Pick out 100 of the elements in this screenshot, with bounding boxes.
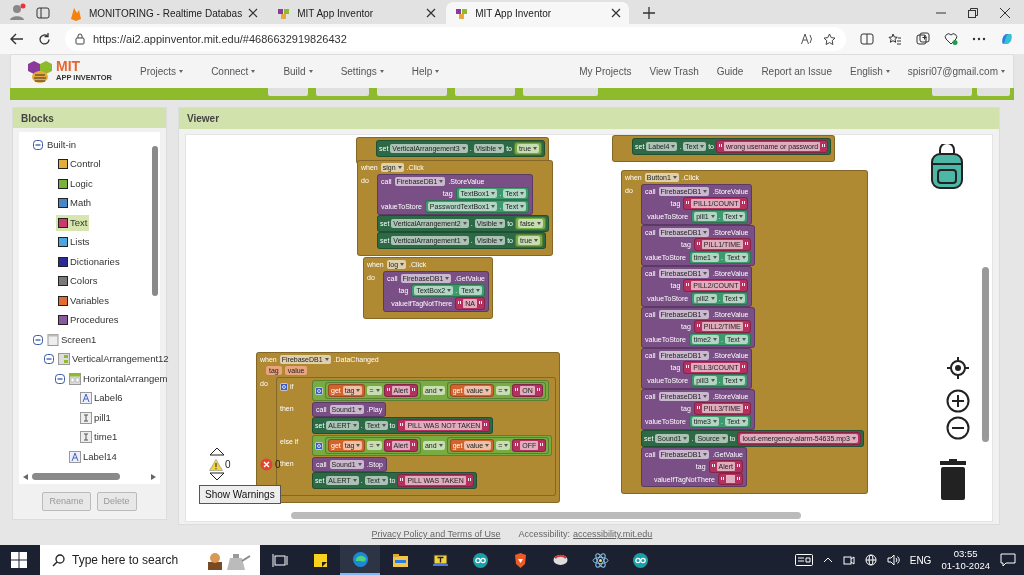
menu-link[interactable]: View Trash xyxy=(641,64,707,79)
menu-link[interactable]: spisri07@gmail.com xyxy=(899,64,1013,79)
camera-icon[interactable] xyxy=(842,554,855,566)
arrow-up-icon[interactable] xyxy=(209,447,225,456)
quote-mark-icon xyxy=(742,365,746,370)
tree-item[interactable]: pill1 xyxy=(78,409,113,426)
star-icon[interactable] xyxy=(823,32,836,46)
vertical-component-icon xyxy=(58,353,70,366)
scrollbar[interactable] xyxy=(32,473,120,480)
tab-actions-icon[interactable] xyxy=(36,6,50,20)
back-arrow-icon[interactable] xyxy=(10,33,24,45)
browser-tab[interactable]: MONITORING - Realtime Databas xyxy=(60,2,267,24)
zoom-in-icon[interactable] xyxy=(946,389,970,413)
close-icon[interactable] xyxy=(611,8,622,18)
quote-mark-icon xyxy=(719,144,722,149)
favorites-icon[interactable] xyxy=(888,32,902,46)
mutator-gear-icon[interactable] xyxy=(280,382,288,391)
notification-icon[interactable] xyxy=(1000,553,1016,567)
menu-link[interactable]: Build xyxy=(275,64,321,79)
new-tab-icon[interactable] xyxy=(643,7,656,19)
tree-item[interactable]: time1 xyxy=(78,429,120,446)
quote-mark-icon xyxy=(411,443,415,448)
collapse-toggle-icon[interactable] xyxy=(33,139,43,150)
quote-mark-icon xyxy=(744,406,748,411)
quote-mark-icon xyxy=(400,478,404,483)
tree-item[interactable]: Built-in xyxy=(45,136,79,153)
mutator-gear-icon[interactable] xyxy=(315,441,323,450)
browser-tab[interactable]: MIT App Inventor xyxy=(446,2,630,24)
globe-icon[interactable] xyxy=(864,554,877,566)
menu-link[interactable]: Report an Issue xyxy=(753,64,840,79)
zoom-out-icon[interactable] xyxy=(946,416,970,440)
center-target-icon[interactable] xyxy=(947,357,969,379)
trash-icon[interactable] xyxy=(938,459,968,501)
arrow-down-icon[interactable] xyxy=(209,472,225,481)
tab-title: MIT App Inventor xyxy=(475,6,552,21)
if-block[interactable] xyxy=(276,377,557,496)
tree-item[interactable]: Variables xyxy=(56,292,111,309)
tree-item[interactable]: Math xyxy=(56,195,94,212)
menu-link[interactable]: English xyxy=(842,64,898,79)
profile-icon[interactable] xyxy=(8,3,26,21)
scrollbar[interactable] xyxy=(291,512,801,519)
tree-item[interactable]: Control xyxy=(56,156,103,173)
quote-mark-icon xyxy=(696,242,700,247)
language-indicator[interactable]: ENG xyxy=(909,552,932,568)
menu-link[interactable]: Projects xyxy=(132,64,192,79)
tree-item[interactable]: Lists xyxy=(56,234,92,251)
tree-item[interactable]: Colors xyxy=(56,273,100,290)
menu-link[interactable]: My Projects xyxy=(571,64,640,79)
scrollbar[interactable] xyxy=(982,267,989,442)
clock-date[interactable]: 01-10-2024 xyxy=(941,560,990,572)
chevron-up-icon[interactable] xyxy=(822,557,833,563)
tree-item[interactable]: Label6 xyxy=(78,390,125,407)
quote-mark-icon xyxy=(822,144,826,149)
taskbar-app[interactable] xyxy=(340,545,380,575)
close-icon[interactable] xyxy=(248,8,259,18)
text-input[interactable] xyxy=(726,475,735,483)
address-bar[interactable]: https://ai2.appinventor.mit.edu/#4686632919826432 xyxy=(65,27,846,51)
collapse-toggle-icon[interactable] xyxy=(33,334,43,345)
windows-start-icon[interactable] xyxy=(11,552,27,568)
tree-item[interactable]: Screen1 xyxy=(45,331,99,348)
search-field[interactable]: Type here to search xyxy=(40,545,260,575)
scroll-right-icon[interactable] xyxy=(151,473,156,480)
error-icon xyxy=(260,458,273,471)
privacy-link[interactable]: Privacy Policy and Terms of Use xyxy=(371,528,501,542)
collections-icon[interactable] xyxy=(916,32,930,46)
refresh-icon[interactable] xyxy=(38,32,51,46)
split-screen-icon[interactable] xyxy=(860,32,874,46)
backpack-icon[interactable] xyxy=(929,144,965,190)
tree-item[interactable]: HorizontalArrangem xyxy=(67,370,170,387)
copilot-icon[interactable] xyxy=(1000,32,1014,46)
quote-mark-icon xyxy=(686,283,690,288)
news-icon[interactable] xyxy=(794,554,813,566)
close-icon[interactable] xyxy=(426,8,437,18)
scroll-left-icon[interactable] xyxy=(23,473,28,480)
scrollbar[interactable] xyxy=(152,146,158,297)
speaker-icon[interactable] xyxy=(886,554,900,566)
tree-item[interactable]: Text xyxy=(56,214,90,231)
clock-time[interactable]: 03:55 xyxy=(953,548,978,560)
tree-item[interactable]: Label14 xyxy=(67,448,119,465)
quote-mark-icon xyxy=(540,443,544,448)
close-icon[interactable] xyxy=(1000,8,1010,18)
menu-link[interactable]: Help xyxy=(403,64,448,79)
collapse-toggle-icon[interactable] xyxy=(44,354,54,365)
tree-item[interactable]: VerticalArrangement12 xyxy=(56,351,171,368)
text-block[interactable] xyxy=(718,473,743,485)
menu-link[interactable]: Guide xyxy=(708,64,752,79)
mutator-gear-icon[interactable] xyxy=(315,386,323,395)
collapse-toggle-icon[interactable] xyxy=(55,373,65,384)
accessibility-link[interactable]: accessibility.mit.edu xyxy=(573,528,653,542)
quote-mark-icon xyxy=(515,443,519,448)
read-aloud-icon[interactable] xyxy=(801,33,815,45)
tree-item[interactable]: Logic xyxy=(56,175,95,192)
event-block[interactable] xyxy=(621,170,868,494)
show-warnings-button[interactable]: Show Warnings xyxy=(199,485,281,504)
tree-item[interactable]: Dictionaries xyxy=(56,253,122,270)
menu-link[interactable]: Settings xyxy=(332,64,392,79)
tree-item[interactable]: Procedures xyxy=(56,312,121,329)
browser-tab[interactable]: MIT App Inventor xyxy=(268,2,445,24)
menu-link[interactable]: Connect xyxy=(203,64,264,79)
restore-icon[interactable] xyxy=(968,8,978,18)
